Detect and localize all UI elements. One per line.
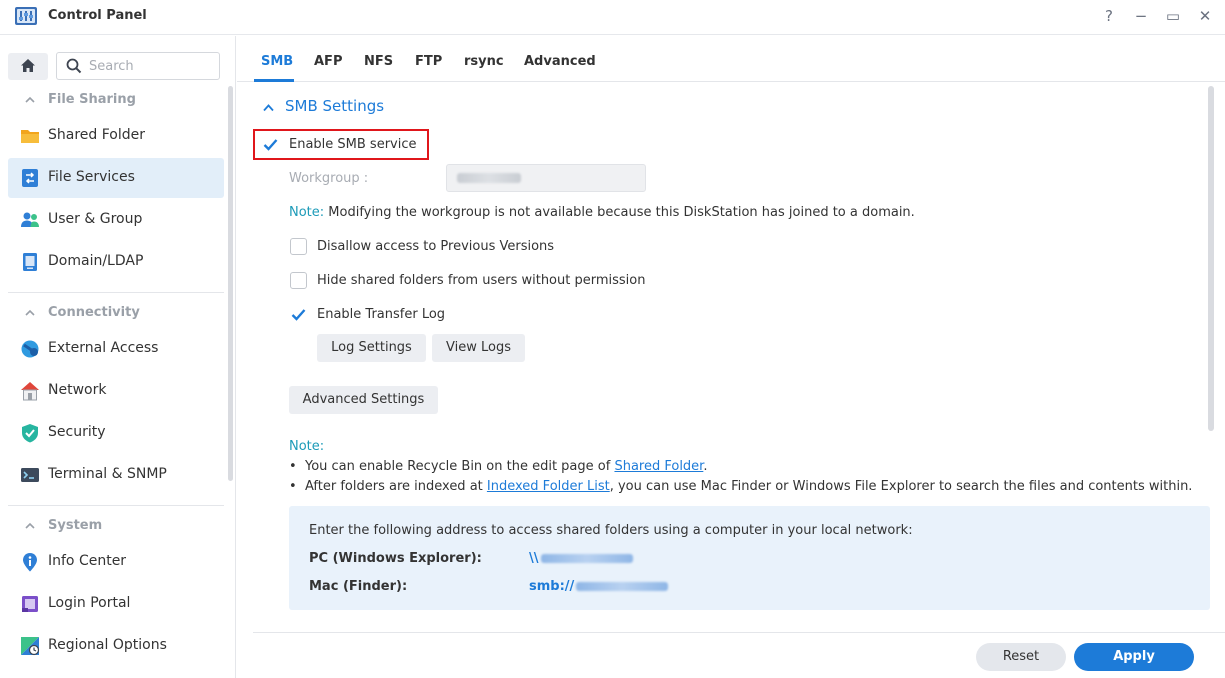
apply-button[interactable]: Apply [1074, 643, 1194, 671]
login-portal-icon [22, 596, 38, 612]
group-file-sharing[interactable]: File Sharing [0, 87, 226, 115]
hide-shared-folders-checkbox[interactable] [290, 272, 307, 289]
enable-transfer-log-checkbox[interactable] [290, 306, 307, 323]
workgroup-field [446, 164, 646, 192]
chevron-up-icon [263, 104, 274, 112]
sidebar-item-domain-ldap[interactable]: Domain/LDAP [8, 242, 224, 282]
sidebar-item-info-center[interactable]: Info Center [8, 542, 224, 582]
sidebar: File Sharing Shared Folder File Services… [0, 36, 236, 678]
users-icon [21, 212, 39, 227]
chevron-up-icon [25, 96, 35, 103]
home-icon [21, 59, 35, 72]
checkmark-icon [263, 139, 278, 151]
sidebar-item-user-group[interactable]: User & Group [8, 200, 224, 240]
redacted-value [540, 554, 633, 563]
disallow-previous-versions-checkbox[interactable] [290, 238, 307, 255]
indexed-folder-list-link[interactable]: Indexed Folder List [487, 479, 610, 494]
info-icon [23, 553, 37, 572]
folder-icon [21, 130, 39, 143]
note-bullet-indexed-folder: • After folders are indexed at Indexed Fo… [289, 479, 1193, 494]
checkmark-icon [291, 309, 306, 321]
access-intro: Enter the following address to access sh… [309, 523, 913, 538]
maximize-icon[interactable]: ▭ [1163, 6, 1183, 26]
sidebar-divider [8, 505, 224, 506]
search-input[interactable] [89, 56, 214, 76]
sidebar-item-terminal-snmp[interactable]: Terminal & SNMP [8, 455, 224, 495]
redacted-value [457, 173, 521, 183]
minimize-icon[interactable]: − [1131, 6, 1151, 26]
search-icon [66, 58, 82, 74]
tab-advanced[interactable]: Advanced [524, 54, 596, 69]
chevron-up-icon [25, 309, 35, 316]
enable-smb-checkbox[interactable] [262, 136, 279, 153]
log-settings-button[interactable]: Log Settings [317, 334, 426, 362]
mac-address: smb:// [529, 579, 669, 594]
sidebar-item-external-access[interactable]: External Access [8, 329, 224, 369]
tab-smb[interactable]: SMB [261, 54, 293, 69]
advanced-settings-button[interactable]: Advanced Settings [289, 386, 438, 414]
sidebar-item-shared-folder[interactable]: Shared Folder [8, 116, 224, 156]
view-logs-button[interactable]: View Logs [432, 334, 525, 362]
mac-label: Mac (Finder): [309, 579, 408, 594]
sidebar-item-file-services[interactable]: File Services [8, 158, 224, 198]
redacted-value [576, 582, 669, 591]
search-box [56, 52, 220, 80]
note-bullet-recycle-bin: • You can enable Recycle Bin on the edit … [289, 459, 708, 474]
window-title: Control Panel [48, 8, 147, 23]
regional-icon [21, 637, 40, 656]
terminal-icon [21, 468, 39, 482]
tab-ftp[interactable]: FTP [415, 54, 442, 69]
shield-icon [22, 424, 38, 443]
reset-button[interactable]: Reset [976, 643, 1066, 671]
title-bar: Control Panel ? − ▭ ✕ [0, 0, 1225, 35]
domain-icon [23, 253, 37, 271]
tab-afp[interactable]: AFP [314, 54, 342, 69]
workgroup-label: Workgroup : [289, 171, 369, 186]
disallow-previous-versions-label[interactable]: Disallow access to Previous Versions [317, 239, 554, 254]
network-house-icon [21, 382, 39, 401]
tab-bar: SMB AFP NFS FTP rsync Advanced [237, 36, 1225, 82]
chevron-up-icon [25, 522, 35, 529]
group-system[interactable]: System [0, 513, 226, 541]
sidebar-item-login-portal[interactable]: Login Portal [8, 584, 224, 624]
tab-rsync[interactable]: rsync [464, 54, 504, 69]
group-connectivity[interactable]: Connectivity [0, 300, 226, 328]
sidebar-item-regional-options[interactable]: Regional Options [8, 626, 224, 666]
recycle-note-title: Note: [289, 439, 325, 454]
tab-nfs[interactable]: NFS [364, 54, 393, 69]
workgroup-note: Note: Modifying the workgroup is not ava… [289, 205, 915, 220]
control-panel-icon [15, 7, 37, 25]
sidebar-scrollbar[interactable] [228, 86, 233, 481]
home-button[interactable] [8, 53, 48, 80]
pc-address: \\ [529, 551, 633, 566]
access-info-box: Enter the following address to access sh… [289, 506, 1210, 610]
enable-smb-label[interactable]: Enable SMB service [289, 137, 417, 152]
active-tab-indicator [254, 79, 294, 82]
enable-transfer-log-label[interactable]: Enable Transfer Log [317, 307, 445, 322]
hide-shared-folders-label[interactable]: Hide shared folders from users without p… [317, 273, 645, 288]
external-access-icon [21, 340, 39, 358]
shared-folder-link[interactable]: Shared Folder [614, 459, 703, 474]
sidebar-divider [8, 292, 224, 293]
close-icon[interactable]: ✕ [1195, 6, 1215, 26]
file-services-icon [22, 169, 38, 187]
help-icon[interactable]: ? [1099, 6, 1119, 26]
pc-label: PC (Windows Explorer): [309, 551, 482, 566]
sidebar-item-security[interactable]: Security [8, 413, 224, 453]
main-scrollbar[interactable] [1208, 86, 1214, 431]
sidebar-item-network[interactable]: Network [8, 371, 224, 411]
